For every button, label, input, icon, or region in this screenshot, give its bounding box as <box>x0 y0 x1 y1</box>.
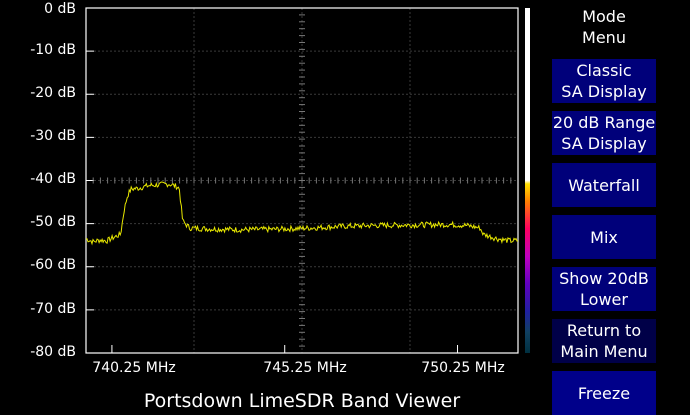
freeze-button[interactable]: Freeze <box>552 371 656 415</box>
20db-range-sa-display-button[interactable]: 20 dB Range SA Display <box>552 111 656 155</box>
y-label-30: -30 dB <box>30 128 76 144</box>
y-label-20: -20 dB <box>30 85 76 101</box>
level-colorbar <box>525 8 530 353</box>
y-label-60: -60 dB <box>30 257 76 273</box>
waterfall-button[interactable]: Waterfall <box>552 163 656 207</box>
mix-button[interactable]: Mix <box>552 215 656 259</box>
y-label-70: -70 dB <box>30 301 76 317</box>
y-label-10: -10 dB <box>30 42 76 58</box>
x-label-745-25: 745.25 MHz <box>263 360 347 376</box>
return-to-main-menu-button[interactable]: Return to Main Menu <box>552 319 656 363</box>
x-label-750-25: 750.25 MHz <box>421 360 505 376</box>
y-label-50: -50 dB <box>30 214 76 230</box>
mode-menu-title: Mode Menu <box>582 7 626 47</box>
y-label-0: 0 dB <box>44 1 76 17</box>
classic-sa-display-button[interactable]: Classic SA Display <box>552 59 656 103</box>
axis-ticks <box>86 14 512 353</box>
y-label-40: -40 dB <box>30 171 76 187</box>
show-20db-lower-button[interactable]: Show 20dB Lower <box>552 267 656 311</box>
app-title: Portsdown LimeSDR Band Viewer <box>143 390 461 412</box>
y-label-80: -80 dB <box>30 344 76 360</box>
x-label-740-25: 740.25 MHz <box>92 360 176 376</box>
